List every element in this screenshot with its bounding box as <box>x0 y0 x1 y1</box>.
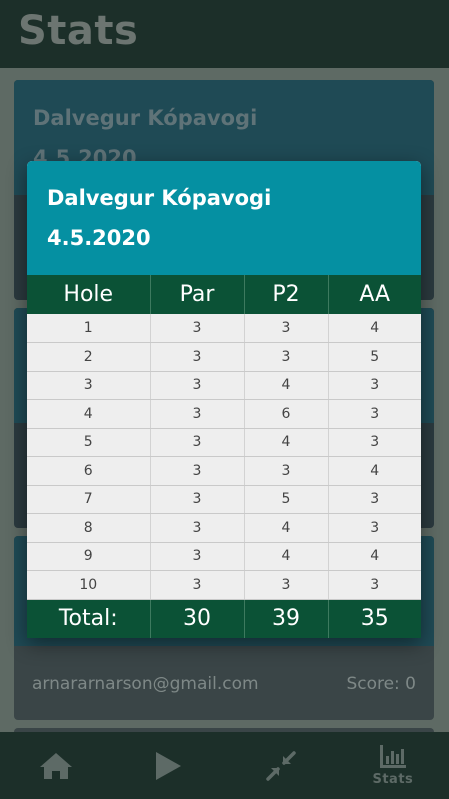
par-cell: 3 <box>150 570 245 600</box>
table-row: 7353 <box>27 485 421 514</box>
par-cell: 3 <box>150 399 245 429</box>
aa-cell: 3 <box>328 513 421 543</box>
home-icon <box>40 752 73 779</box>
aa-cell: 3 <box>328 428 421 457</box>
table-row: 3343 <box>27 371 421 400</box>
aa-cell: 5 <box>328 342 421 372</box>
par-cell: 3 <box>150 485 245 514</box>
par-total: 30 <box>150 599 245 638</box>
play-icon <box>156 751 182 780</box>
nav-play[interactable] <box>112 732 224 799</box>
table-row: 10 3 3 3 <box>27 570 421 600</box>
nav-home[interactable] <box>0 732 112 799</box>
modal-header: Dalvegur Kópavogi 4.5.2020 <box>27 161 421 275</box>
par-cell: 3 <box>150 371 245 400</box>
player-email: arnararnarson@gmail.com <box>32 674 259 694</box>
hole-cell: 2 <box>27 342 151 372</box>
aa-cell: 3 <box>328 485 421 514</box>
aa-cell: 4 <box>328 542 421 571</box>
p2-cell: 3 <box>244 570 329 600</box>
hole-cell: 6 <box>27 456 151 486</box>
table-row: 1334 <box>27 314 421 343</box>
column-header-hole: Hole <box>27 275 151 314</box>
aa-cell: 3 <box>328 570 421 600</box>
p2-total: 39 <box>244 599 329 638</box>
nav-stats-label: Stats <box>372 772 414 787</box>
nav-stats[interactable]: Stats <box>337 732 449 799</box>
hole-cell: 5 <box>27 428 151 457</box>
table-row: 2335 <box>27 342 421 372</box>
par-cell: 3 <box>150 542 245 571</box>
player-score: Score: 0 <box>346 674 416 694</box>
p2-cell: 4 <box>244 371 329 400</box>
p2-cell: 6 <box>244 399 329 429</box>
hole-cell: 1 <box>27 314 151 343</box>
table-row: 9344 <box>27 542 421 571</box>
bar-chart-icon <box>379 745 406 768</box>
app-header: Stats <box>0 0 449 68</box>
scorecard-table: Hole Par P2 AA 1334 2335 3343 4363 5343 … <box>27 275 421 638</box>
round-card-course: Dalvegur Kópavogi <box>33 106 258 130</box>
p2-cell: 3 <box>244 456 329 486</box>
aa-total: 35 <box>328 599 421 638</box>
column-header-aa: AA <box>328 275 421 314</box>
page-title: Stats <box>18 8 139 54</box>
par-cell: 3 <box>150 456 245 486</box>
hole-cell: 9 <box>27 542 151 571</box>
table-row: 6334 <box>27 456 421 486</box>
table-row: 4363 <box>27 399 421 429</box>
hole-cell: 3 <box>27 371 151 400</box>
hole-cell: 7 <box>27 485 151 514</box>
totals-label: Total: <box>27 599 151 638</box>
par-cell: 3 <box>150 314 245 343</box>
par-cell: 3 <box>150 513 245 543</box>
bottom-nav: Stats <box>0 732 449 799</box>
scorecard-modal: Dalvegur Kópavogi 4.5.2020 Hole Par P2 A… <box>27 161 421 638</box>
aa-cell: 4 <box>328 456 421 486</box>
p2-cell: 3 <box>244 314 329 343</box>
p2-cell: 3 <box>244 342 329 372</box>
table-row: 5343 <box>27 428 421 457</box>
aa-cell: 4 <box>328 314 421 343</box>
hole-cell: 8 <box>27 513 151 543</box>
aa-cell: 3 <box>328 399 421 429</box>
modal-course-name: Dalvegur Kópavogi <box>47 186 272 210</box>
par-cell: 3 <box>150 342 245 372</box>
p2-cell: 4 <box>244 542 329 571</box>
table-row: 8343 <box>27 513 421 543</box>
modal-date: 4.5.2020 <box>47 226 151 250</box>
p2-cell: 4 <box>244 513 329 543</box>
collapse-icon <box>265 750 296 781</box>
p2-cell: 5 <box>244 485 329 514</box>
par-cell: 3 <box>150 428 245 457</box>
column-header-par: Par <box>150 275 245 314</box>
table-header-row: Hole Par P2 AA <box>27 275 421 314</box>
column-header-p2: P2 <box>244 275 329 314</box>
nav-collapse[interactable] <box>225 732 337 799</box>
hole-cell: 4 <box>27 399 151 429</box>
hole-cell: 10 <box>27 570 151 600</box>
aa-cell: 3 <box>328 371 421 400</box>
p2-cell: 4 <box>244 428 329 457</box>
totals-row: Total: 30 39 35 <box>27 599 421 638</box>
